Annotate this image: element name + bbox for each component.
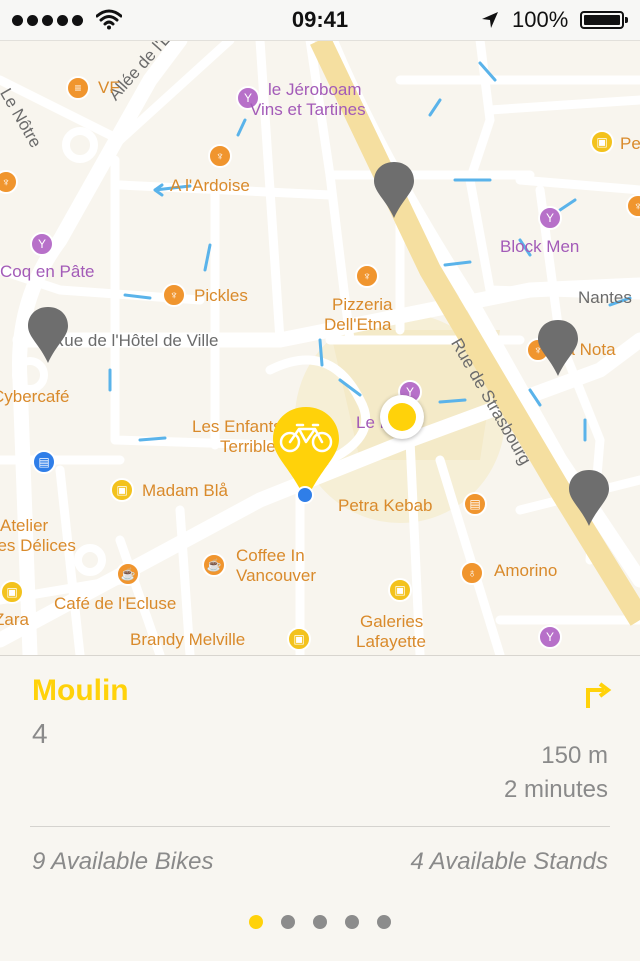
place-galeries-sub[interactable]: Lafayette	[356, 632, 426, 652]
place-madam-bla[interactable]: Madam Blå	[142, 481, 228, 501]
status-bar: 09:41 100%	[0, 0, 640, 41]
place-pe[interactable]: Pe	[620, 134, 640, 154]
place-cybercafe[interactable]: Cybercafé	[0, 387, 69, 407]
place-coq-en-pate[interactable]: Coq en Pâte	[0, 262, 95, 282]
place-atelier-sub[interactable]: des Délices	[0, 536, 76, 556]
bike-station-pin[interactable]	[26, 305, 70, 365]
available-bikes: 9 Available Bikes	[32, 848, 214, 875]
restaurant-icon[interactable]: ♆	[355, 264, 379, 288]
place-coffee-in-sub[interactable]: Vancouver	[236, 566, 316, 586]
cafe-icon[interactable]: ☕	[202, 553, 226, 577]
place-zara[interactable]: Zara	[0, 610, 29, 630]
place-jeroboam[interactable]: le Jéroboam	[268, 80, 362, 100]
page-dot[interactable]	[345, 915, 359, 929]
bike-station-pin[interactable]	[372, 160, 416, 220]
street-label-hotel-de-ville: Rue de l'Hôtel de Ville	[52, 331, 219, 350]
restaurant-icon[interactable]: ♆	[208, 144, 232, 168]
place-enfants-terribles[interactable]: Les Enfants	[192, 417, 282, 437]
restaurant-icon[interactable]: ▤	[463, 492, 487, 516]
station-location-dot	[296, 486, 314, 504]
place-cafe-ecluse[interactable]: Café de l'Ecluse	[54, 594, 176, 614]
tram-stop-icon[interactable]: ▤	[32, 450, 56, 474]
shopping-bag-icon[interactable]: ▣	[590, 130, 614, 154]
ice-cream-icon[interactable]: ♁	[460, 561, 484, 585]
shopping-basket-icon[interactable]: ▣	[110, 478, 134, 502]
station-walk-time: 2 minutes	[503, 776, 608, 803]
bar-icon[interactable]: Y	[30, 232, 54, 256]
battery-percentage: 100%	[512, 7, 569, 32]
place-pizzeria-sub[interactable]: Dell'Etna	[324, 315, 392, 335]
shopping-bag-icon[interactable]: ▣	[0, 580, 24, 604]
place-galeries[interactable]: Galeries	[360, 612, 423, 632]
location-arrow-icon	[482, 12, 498, 28]
shopping-bag-icon[interactable]: ▣	[287, 627, 311, 651]
map-view[interactable]: Allée de l'Erdre Le Nôtre Rue de l'Hôtel…	[0, 40, 640, 655]
page-dot[interactable]	[249, 915, 263, 929]
user-location-dot	[380, 395, 424, 439]
cafe-icon[interactable]: ☕	[116, 562, 140, 586]
place-pizzeria[interactable]: Pizzeria	[332, 295, 392, 315]
place-petra-kebab[interactable]: Petra Kebab	[338, 496, 433, 516]
bar-icon[interactable]: Y	[538, 625, 562, 649]
bike-station-pin[interactable]	[567, 468, 611, 528]
restaurant-icon[interactable]: ≡	[66, 76, 90, 100]
page-dot[interactable]	[313, 915, 327, 929]
bar-icon[interactable]: Y	[538, 206, 562, 230]
divider	[30, 826, 610, 827]
station-details-panel: Moulin 4 150 m 2 minutes 9 Available Bik…	[0, 655, 640, 961]
directions-icon[interactable]	[582, 680, 612, 710]
place-amorino[interactable]: Amorino	[494, 561, 557, 581]
place-jeroboam-sub[interactable]: Vins et Tartines	[250, 100, 366, 120]
street-label-nantes: Nantes	[578, 288, 632, 307]
available-stands: 4 Available Stands	[410, 848, 608, 875]
bike-station-pin[interactable]	[536, 318, 580, 378]
station-name: Moulin	[32, 674, 129, 707]
page-dot[interactable]	[377, 915, 391, 929]
place-coffee-in[interactable]: Coffee In	[236, 546, 305, 566]
place-atelier[interactable]: Atelier	[0, 516, 48, 536]
place-ardoise[interactable]: A l'Ardoise	[170, 176, 250, 196]
shopping-bag-icon[interactable]: ▣	[388, 578, 412, 602]
battery-icon	[580, 11, 628, 29]
page-indicator[interactable]	[0, 915, 640, 929]
place-brandy-melville[interactable]: Brandy Melville	[130, 630, 245, 650]
station-number: 4	[32, 718, 48, 749]
page-dot[interactable]	[281, 915, 295, 929]
place-block-men[interactable]: Block Men	[500, 237, 579, 257]
place-vf[interactable]: VF	[98, 78, 120, 98]
place-pickles[interactable]: Pickles	[194, 286, 248, 306]
restaurant-icon[interactable]: ♆	[162, 283, 186, 307]
station-distance: 150 m	[541, 742, 608, 769]
